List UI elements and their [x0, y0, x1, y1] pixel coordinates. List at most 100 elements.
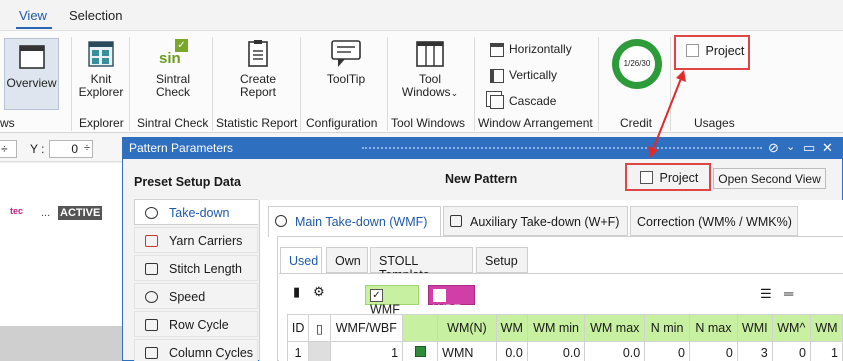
tab-view[interactable]: View	[19, 8, 47, 23]
cell-wmf-wbf[interactable]: 1	[329, 341, 404, 361]
needle-icon[interactable]: ▮	[293, 284, 300, 300]
close-icon[interactable]: ✕	[822, 140, 833, 156]
ribbon-separator	[71, 37, 72, 131]
speed-icon	[145, 291, 158, 303]
tooltip-button[interactable]: ToolTip	[318, 39, 374, 86]
expand-rows-icon[interactable]: ═	[784, 286, 793, 301]
create-report-button[interactable]: Create Report	[233, 39, 283, 99]
preset-item-column-cycles[interactable]: Column Cycles	[134, 339, 258, 361]
project-checkbox[interactable]: Project	[640, 170, 698, 185]
tab-stoll-template[interactable]: STOLL Template	[370, 247, 473, 282]
knit-explorer-button[interactable]: Knit Explorer	[76, 39, 126, 99]
col-wm[interactable]: WM	[495, 314, 528, 342]
ribbon-separator	[598, 37, 599, 131]
usages-project-label: Project	[705, 43, 745, 58]
col-wm-min[interactable]: WM min	[526, 314, 586, 342]
tab-selection[interactable]: Selection	[69, 8, 122, 23]
cell-needle[interactable]	[308, 341, 331, 361]
col-id[interactable]: ID	[286, 314, 310, 342]
table-row[interactable]: 1 1 WMN 0.0 0.0 0.0 0 0 3 0 1	[286, 341, 843, 361]
preset-item-label: Column Cycles	[169, 346, 254, 360]
col-wm-caret[interactable]: WM^	[771, 314, 811, 342]
cell-wmi[interactable]: 3	[736, 341, 773, 361]
col-needle[interactable]: ▯	[308, 314, 331, 342]
wmf-toggle[interactable]: ✓ WMF	[365, 285, 419, 317]
preset-item-stitch-length[interactable]: Stitch Length	[134, 255, 258, 281]
sintral-check-button[interactable]: ✓ sin Sintral Check	[146, 39, 200, 99]
vertically-button[interactable]: Vertically	[490, 68, 557, 83]
cell-wm-caret[interactable]: 0	[771, 341, 811, 361]
stitch-length-icon	[145, 263, 158, 275]
dialog-title-bar[interactable]: Pattern Parameters ⊘ ⌄ ▭ ✕	[122, 137, 843, 159]
preset-item-row-cycle[interactable]: Row Cycle	[134, 311, 258, 337]
preset-item-label: Take-down	[169, 206, 230, 220]
preset-item-take-down[interactable]: Take-down	[134, 199, 258, 225]
take-down-icon	[275, 215, 287, 227]
sintral-check-icon: ✓ sin	[156, 39, 190, 69]
cell-n-min[interactable]: 0	[644, 341, 690, 361]
pin-icon[interactable]: ⊘	[768, 140, 779, 156]
cell-wm-max[interactable]: 0.0	[584, 341, 646, 361]
canvas-bottom	[0, 326, 124, 361]
vertical-split-icon	[490, 68, 504, 83]
y-input[interactable]: 0 ÷	[49, 140, 93, 158]
active-tab-indicator	[16, 27, 52, 29]
tec-tag: tec	[10, 206, 24, 216]
col-wm-extra[interactable]: WM	[809, 314, 843, 342]
y-label: Y :	[30, 142, 45, 156]
preset-item-label: Yarn Carriers	[169, 234, 243, 248]
knit-explorer-icon	[88, 41, 114, 67]
preset-item-label: Row Cycle	[169, 318, 229, 332]
cell-id[interactable]: 1	[286, 341, 310, 361]
tab-used[interactable]: Used	[280, 247, 322, 274]
preset-item-speed[interactable]: Speed	[134, 283, 258, 309]
cell-wm-extra[interactable]: 1	[809, 341, 843, 361]
cell-wm-min[interactable]: 0.0	[526, 341, 586, 361]
col-color[interactable]	[402, 314, 439, 342]
col-n-max[interactable]: N max	[688, 314, 738, 342]
pattern-name: New Pattern	[445, 172, 518, 186]
maximize-icon[interactable]: ▭	[803, 140, 815, 156]
col-wmf-wbf[interactable]: WMF/WBF	[329, 314, 404, 342]
col-wm-max[interactable]: WM max	[584, 314, 646, 342]
ribbon-separator	[387, 37, 388, 131]
open-second-view-button[interactable]: Open Second View	[713, 168, 826, 189]
knit-explorer-label-2: Explorer	[78, 85, 124, 99]
tab-correction[interactable]: Correction (WM% / WMK%)	[630, 206, 798, 236]
yarn-carrier-icon	[145, 235, 158, 247]
usages-project-checkbox[interactable]: Project	[686, 43, 744, 58]
overview-button[interactable]: Overview	[4, 38, 59, 110]
group-label-ws: ws	[0, 116, 15, 130]
cascade-button[interactable]: Cascade	[490, 94, 556, 109]
col-wm-n[interactable]: WM(N)	[437, 314, 497, 342]
tab-setup[interactable]: Setup	[476, 247, 528, 273]
take-down-settings-icon[interactable]: ⚙	[313, 284, 325, 300]
vertically-label: Vertically	[509, 68, 558, 82]
group-label-statistic-report: Statistic Report	[216, 116, 298, 130]
chevron-down-icon[interactable]: ⌄	[786, 140, 795, 153]
cascade-label: Cascade	[509, 94, 557, 108]
title-grip	[362, 147, 762, 150]
tab-auxiliary-take-down[interactable]: Auxiliary Take-down (W+F)	[443, 206, 628, 236]
tab-own[interactable]: Own	[326, 247, 368, 273]
tool-windows-button[interactable]: Tool Windows⌄	[396, 39, 464, 100]
cell-wm[interactable]: 0.0	[495, 341, 528, 361]
col-wmi[interactable]: WMI	[736, 314, 773, 342]
horizontally-button[interactable]: Horizontally	[490, 42, 572, 57]
cell-wm-n[interactable]: WMN	[437, 341, 497, 361]
cell-n-max[interactable]: 0	[688, 341, 738, 361]
y-value: 0	[71, 142, 78, 156]
x-stepper[interactable]: ÷	[0, 140, 17, 158]
cell-color[interactable]	[402, 341, 439, 361]
group-label-usages: Usages	[694, 116, 735, 130]
chevron-down-icon: ⌄	[450, 88, 459, 98]
preset-item-yarn-carriers[interactable]: Yarn Carriers	[134, 227, 258, 253]
preset-item-label: Stitch Length	[169, 262, 242, 276]
checkbox-icon	[686, 44, 699, 58]
collapse-rows-icon[interactable]: ☰	[760, 286, 772, 302]
col-n-min[interactable]: N min	[644, 314, 690, 342]
tab-main-take-down[interactable]: Main Take-down (WMF)	[268, 206, 441, 237]
sintral-badge: sin	[159, 50, 181, 67]
wbf-toggle[interactable]: WBF	[428, 285, 475, 317]
group-label-sintral-check: Sintral Check	[137, 116, 209, 130]
